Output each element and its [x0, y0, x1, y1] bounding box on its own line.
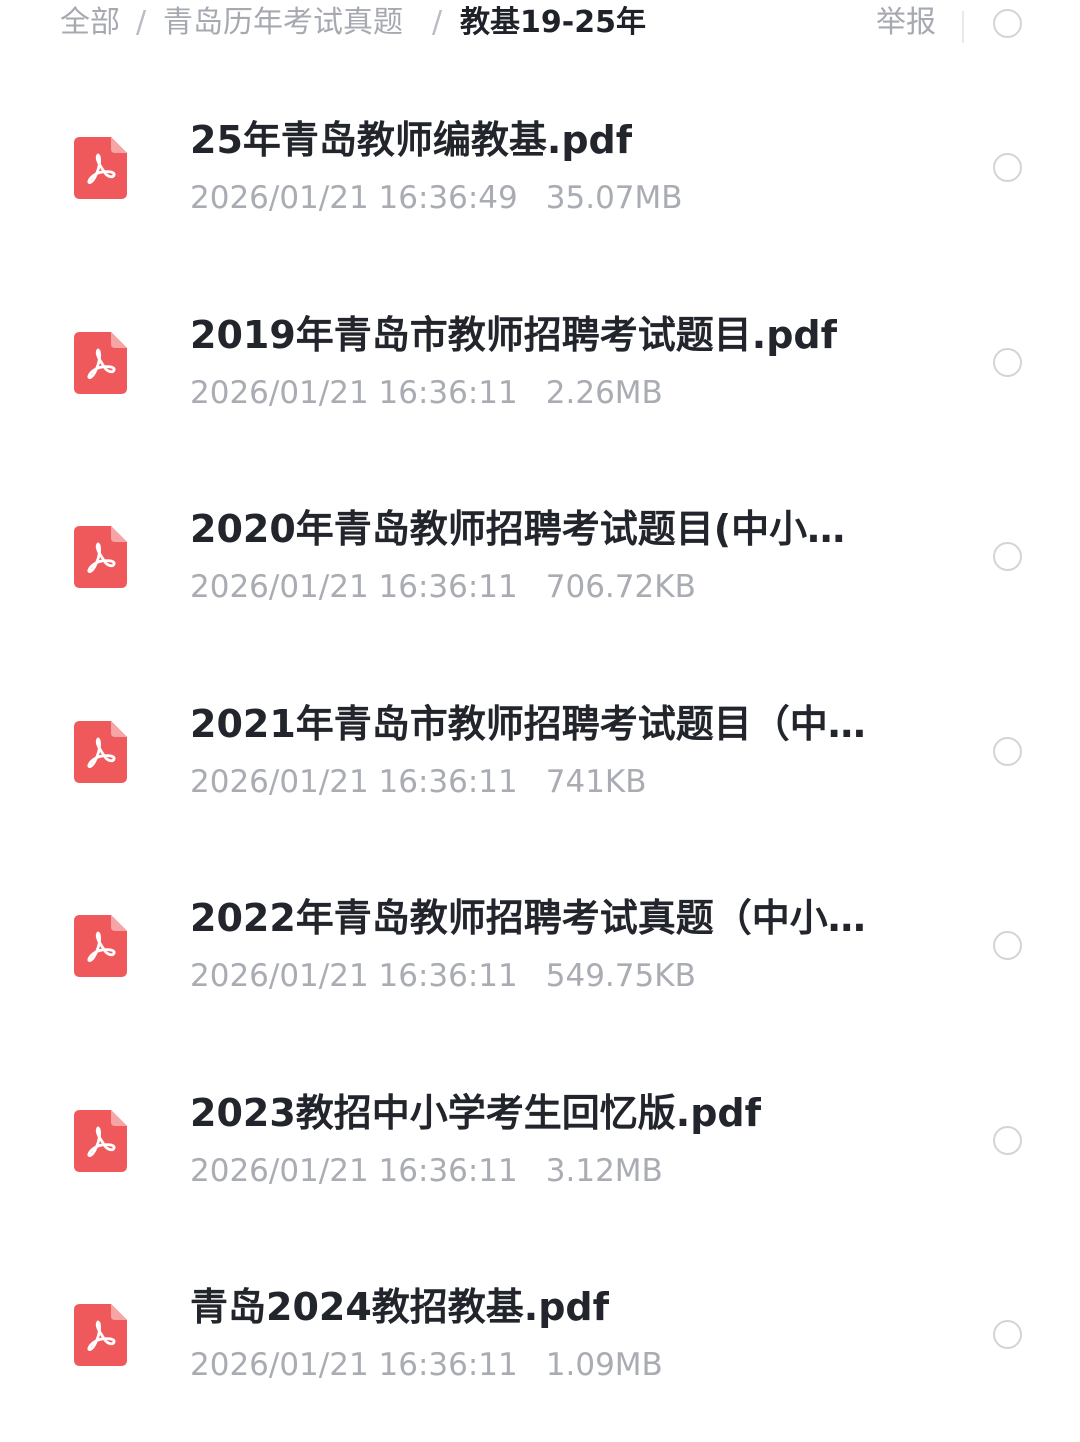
file-meta: 2026/01/21 16:36:11 741KB	[190, 762, 647, 802]
pdf-file-icon	[74, 137, 127, 199]
file-date: 2026/01/21 16:36:49	[190, 180, 518, 216]
file-name[interactable]: 青岛2024教招教基.pdf	[190, 1282, 609, 1332]
file-date: 2026/01/21 16:36:11	[190, 1347, 518, 1383]
file-size: 706.72KB	[545, 569, 696, 605]
breadcrumb-separator: /	[432, 5, 443, 40]
file-name[interactable]: 25年青岛教师编教基.pdf	[190, 115, 632, 165]
file-name[interactable]: 2021年青岛市教师招聘考试题目（中…	[190, 699, 866, 749]
file-size: 35.07MB	[545, 180, 683, 216]
file-size: 1.09MB	[545, 1347, 663, 1383]
select-radio-icon[interactable]	[993, 153, 1022, 182]
breadcrumb-item-all[interactable]: 全部	[60, 4, 120, 42]
file-date: 2026/01/21 16:36:11	[190, 569, 518, 605]
select-radio-icon[interactable]	[993, 737, 1022, 766]
pdf-file-icon	[74, 1110, 127, 1172]
pdf-file-icon	[74, 915, 127, 977]
file-row[interactable]: 2022年青岛教师招聘考试真题（中小… 2026/01/21 16:36:11 5…	[0, 893, 1080, 1053]
file-meta: 2026/01/21 16:36:11 549.75KB	[190, 956, 696, 996]
select-radio-icon[interactable]	[993, 1320, 1022, 1349]
file-date: 2026/01/21 16:36:11	[190, 764, 518, 800]
select-all-radio-icon[interactable]	[993, 9, 1022, 38]
select-radio-icon[interactable]	[993, 348, 1022, 377]
file-name[interactable]: 2019年青岛市教师招聘考试题目.pdf	[190, 310, 837, 360]
select-radio-icon[interactable]	[993, 1126, 1022, 1155]
pdf-file-icon	[74, 1304, 127, 1366]
file-meta: 2026/01/21 16:36:11 2.26MB	[190, 373, 663, 413]
pdf-file-icon	[74, 332, 127, 394]
breadcrumb-current: 教基19-25年	[460, 5, 646, 40]
file-row[interactable]: 2019年青岛市教师招聘考试题目.pdf 2026/01/21 16:36:11…	[0, 310, 1080, 470]
file-name[interactable]: 2022年青岛教师招聘考试真题（中小…	[190, 893, 866, 943]
file-meta: 2026/01/21 16:36:11 1.09MB	[190, 1345, 663, 1385]
file-size: 3.12MB	[545, 1153, 663, 1189]
breadcrumb-item-folder[interactable]: 青岛历年考试真题	[163, 4, 403, 42]
select-radio-icon[interactable]	[993, 542, 1022, 571]
report-button[interactable]: 举报	[876, 4, 936, 42]
divider	[962, 11, 964, 43]
file-size: 549.75KB	[545, 958, 696, 994]
file-name[interactable]: 2020年青岛教师招聘考试题目(中小…	[190, 504, 845, 554]
pdf-file-icon	[74, 526, 127, 588]
file-row[interactable]: 2021年青岛市教师招聘考试题目（中… 2026/01/21 16:36:11 7…	[0, 699, 1080, 859]
file-date: 2026/01/21 16:36:11	[190, 375, 518, 411]
file-meta: 2026/01/21 16:36:11 3.12MB	[190, 1151, 663, 1191]
select-radio-icon[interactable]	[993, 931, 1022, 960]
breadcrumb-separator: /	[136, 5, 147, 40]
file-date: 2026/01/21 16:36:11	[190, 1153, 518, 1189]
file-row[interactable]: 青岛2024教招教基.pdf 2026/01/21 16:36:11 1.09MB	[0, 1282, 1080, 1442]
file-meta: 2026/01/21 16:36:11 706.72KB	[190, 567, 696, 607]
file-size: 2.26MB	[545, 375, 663, 411]
file-meta: 2026/01/21 16:36:49 35.07MB	[190, 178, 683, 218]
file-row[interactable]: 2020年青岛教师招聘考试题目(中小… 2026/01/21 16:36:11 7…	[0, 504, 1080, 664]
top-bar: 全部 / 青岛历年考试真题 / 教基19-25年 举报	[0, 0, 1080, 50]
file-date: 2026/01/21 16:36:11	[190, 958, 518, 994]
file-size: 741KB	[545, 764, 647, 800]
pdf-file-icon	[74, 721, 127, 783]
file-row[interactable]: 2023教招中小学考生回忆版.pdf 2026/01/21 16:36:11 3.…	[0, 1088, 1080, 1248]
file-row[interactable]: 25年青岛教师编教基.pdf 2026/01/21 16:36:49 35.07M…	[0, 115, 1080, 275]
file-name[interactable]: 2023教招中小学考生回忆版.pdf	[190, 1088, 761, 1138]
